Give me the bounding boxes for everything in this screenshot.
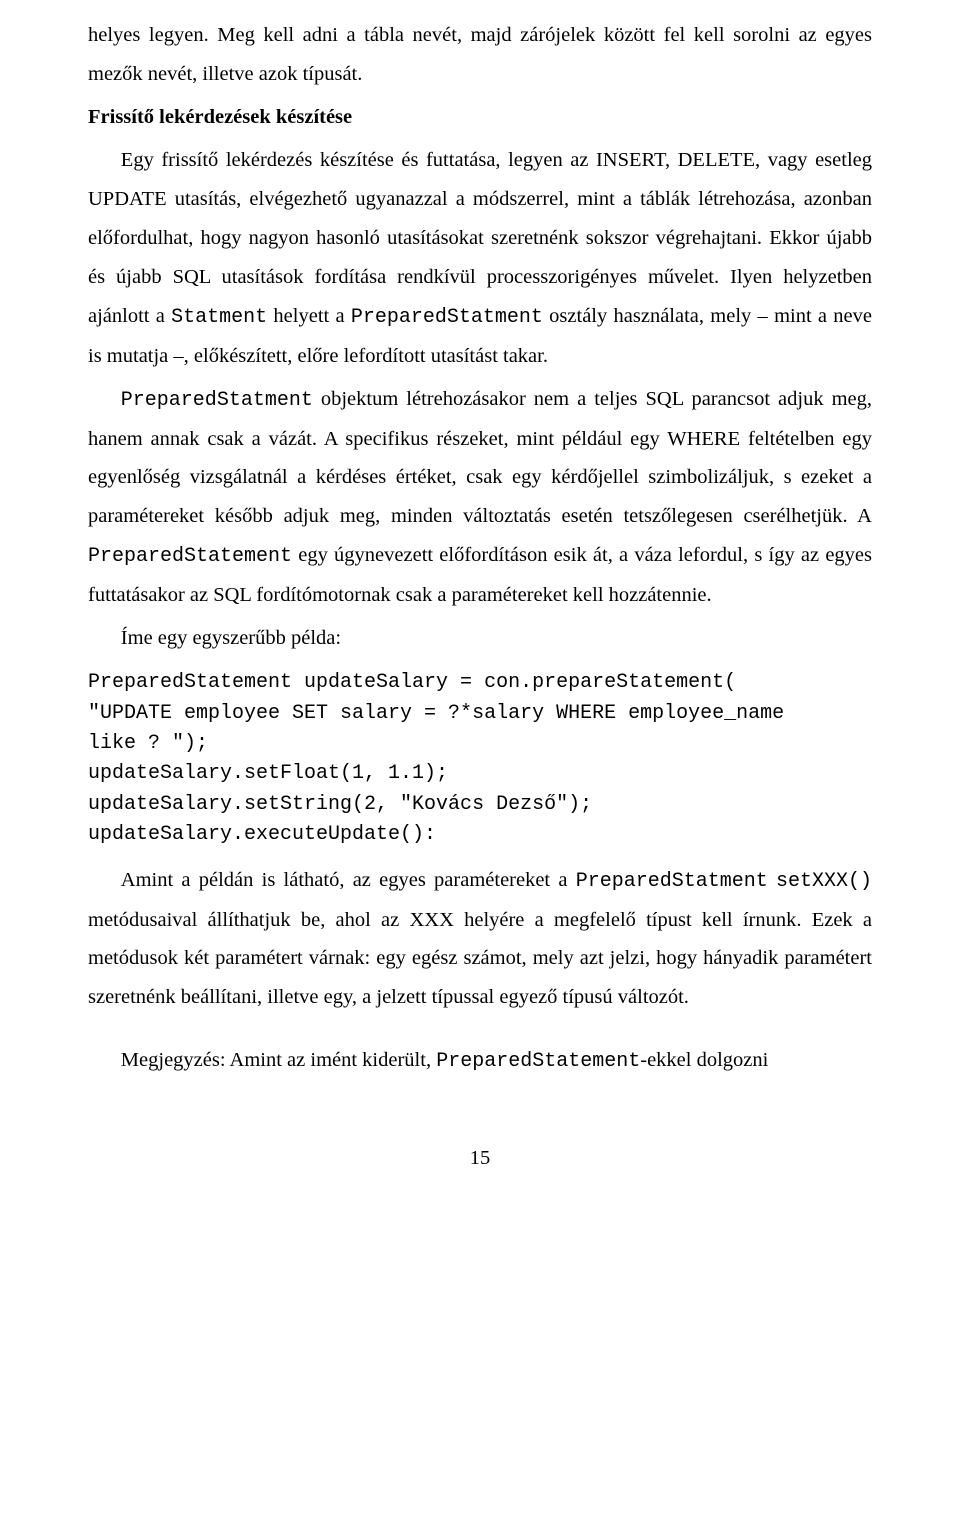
text: Egy frissítő lekérdezés készítése és fut… (88, 149, 872, 327)
heading-frissito: Frissítő lekérdezések készítése (88, 98, 872, 137)
text (768, 869, 776, 891)
page: helyes legyen. Meg kell adni a tábla nev… (0, 0, 960, 1525)
paragraph-4: Íme egy egyszerűbb példa: (88, 619, 872, 658)
paragraph-5: Amint a példán is látható, az egyes para… (88, 861, 872, 1018)
heading-text: Frissítő lekérdezések készítése (88, 106, 352, 128)
text: Íme egy egyszerűbb példa: (121, 627, 341, 649)
text: -ekkel dolgozni (640, 1049, 768, 1071)
text: metódusaival állíthatjuk be, ahol az XXX… (88, 909, 872, 1009)
paragraph-2: Egy frissítő lekérdezés készítése és fut… (88, 141, 872, 376)
code-block-example: PreparedStatement updateSalary = con.pre… (88, 668, 872, 850)
page-number: 15 (88, 1139, 872, 1178)
code-inline: PreparedStatement (88, 545, 292, 568)
paragraph-3: PreparedStatment objektum létrehozásakor… (88, 380, 872, 616)
text: Megjegyzés: Amint az imént kiderült, (121, 1049, 436, 1071)
code-inline: setXXX() (776, 870, 872, 893)
text: Amint a példán is látható, az egyes para… (121, 869, 576, 891)
paragraph-1: helyes legyen. Meg kell adni a tábla nev… (88, 16, 872, 94)
page-number-value: 15 (470, 1147, 491, 1169)
text: helyes legyen. Meg kell adni a tábla nev… (88, 24, 872, 85)
text: helyett a (267, 305, 351, 327)
code-inline: PreparedStatement (436, 1050, 640, 1073)
code-text: PreparedStatement updateSalary = con.pre… (88, 671, 784, 846)
code-inline: PreparedStatment (121, 389, 313, 412)
paragraph-6: Megjegyzés: Amint az imént kiderült, Pre… (88, 1041, 872, 1081)
code-inline: PreparedStatment (351, 306, 543, 329)
code-inline: PreparedStatment (576, 870, 768, 893)
code-inline: Statment (171, 306, 267, 329)
